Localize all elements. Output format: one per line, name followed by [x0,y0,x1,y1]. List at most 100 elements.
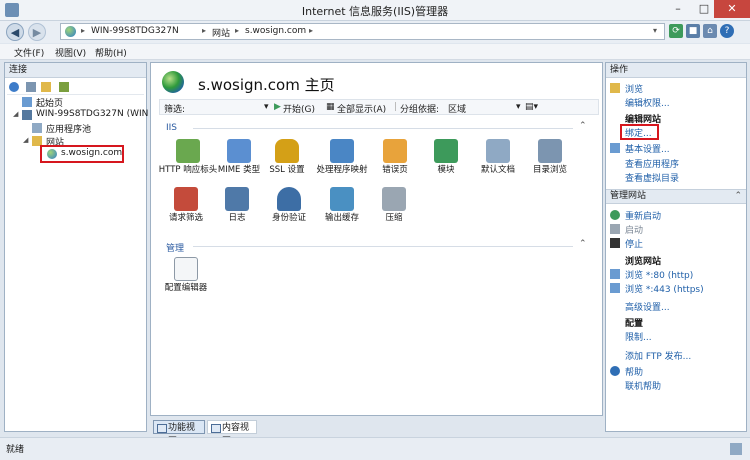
start-icon [610,224,620,234]
app-pools-icon [32,123,42,133]
start-page-icon [22,97,32,107]
group-by-select[interactable]: 区域 [448,102,466,115]
ssl-lock-icon [275,139,299,163]
action-start[interactable]: 启动 [625,223,643,236]
section-header-iis: IIS [166,123,178,133]
explore-icon [610,83,620,93]
request-filtering-icon [174,187,198,211]
menu-file[interactable]: 文件(F) [14,46,44,59]
action-browse-https[interactable]: 浏览 *:443 (https) [625,282,704,295]
save-icon[interactable] [26,82,36,92]
address-bar[interactable]: ▸ WIN-99S8TDG327N ▸ 网站 ▸ s.wosign.com ▸ … [60,23,665,40]
dropdown-arrow-icon[interactable]: ▾ [653,26,657,35]
section-divider [193,246,573,247]
stop-icon[interactable]: ■ [686,24,700,38]
globe-icon [65,26,76,37]
compression-icon [382,187,406,211]
action-view-virtual-dirs[interactable]: 查看虚拟目录 [625,171,679,184]
forward-button[interactable]: ▶ [28,23,46,41]
action-stop[interactable]: 停止 [625,237,643,250]
network-icon [730,443,742,455]
status-bar: 就绪 [0,437,750,460]
filter-dropdown-icon[interactable]: ▾ [264,102,269,112]
go-icon: ▶ [274,102,281,112]
server-connect-icon[interactable] [59,82,69,92]
filter-input[interactable] [190,101,270,113]
action-view-applications[interactable]: 查看应用程序 [625,157,679,170]
action-restart[interactable]: 重新启动 [625,209,661,222]
feature-view-panel: s.wosign.com 主页 筛选: ▾ ▶ 开始(G) ▦ 全部显示(A) … [150,62,603,416]
tab-features-view[interactable]: 功能视图 [153,420,205,447]
separator: | [394,102,398,112]
help-icon [610,366,620,376]
configuration-editor-icon [174,257,198,281]
action-edit-permissions[interactable]: 编辑权限... [625,96,670,109]
close-button[interactable]: ✕ [714,0,750,18]
tree-item-app-pools[interactable]: 应用程序池 [46,122,91,135]
menu-help[interactable]: 帮助(H) [95,46,127,59]
refresh-icon[interactable]: ⟳ [669,24,683,38]
config-title: 配置 [625,319,644,329]
connect-icon[interactable] [9,82,19,92]
directory-browsing-icon [538,139,562,163]
group-by-dropdown-icon[interactable]: ▾ [516,102,521,112]
up-folder-icon[interactable] [41,82,51,92]
authentication-icon [277,187,301,211]
feature-configuration-editor[interactable]: 配置编辑器 [155,257,217,293]
status-text: 就绪 [6,445,25,455]
action-help[interactable]: 帮助 [625,365,643,378]
action-browse-http[interactable]: 浏览 *:80 (http) [625,268,693,281]
view-mode-icon[interactable]: ▤▾ [525,102,538,112]
collapse-arrow-icon[interactable]: ◢ [23,136,28,144]
collapse-section-icon[interactable]: ⌃ [579,239,587,249]
action-add-ftp[interactable]: 添加 FTP 发布... [625,349,691,362]
breadcrumb-server[interactable]: WIN-99S8TDG327N [91,26,179,36]
title-bar: Internet 信息服务(IIS)管理器 – □ ✕ [0,0,750,21]
actions-header: 操作 [606,63,746,78]
action-bindings[interactable]: 绑定... [625,126,652,139]
default-document-icon [486,139,510,163]
mime-types-icon [227,139,251,163]
breadcrumb-sites[interactable]: 网站 [212,26,230,39]
action-limits[interactable]: 限制... [625,330,652,343]
feature-directory-browsing[interactable]: 目录浏览 [519,139,581,175]
connections-toolbar [7,79,144,95]
manage-site-group[interactable]: 管理网站 ⌃ [606,189,746,204]
help-icon[interactable]: ? [720,24,734,38]
back-button[interactable]: ◀ [6,23,24,41]
minimize-button[interactable]: – [665,0,691,18]
error-pages-icon [383,139,407,163]
feature-compression[interactable]: 压缩 [363,187,425,223]
menu-view[interactable]: 视图(V) [55,46,86,59]
tree-item-server[interactable]: WIN-99S8TDG327N (WIN [36,109,148,119]
go-button[interactable]: 开始(G) [283,102,315,115]
collapse-section-icon[interactable]: ⌃ [579,121,587,131]
tree-item-start-page[interactable]: 起始页 [36,96,63,109]
chevron-right-icon: ▸ [235,26,240,35]
group-by-label: 分组依据: [400,105,440,115]
home-icon[interactable]: ⌂ [703,24,717,38]
show-all-button[interactable]: 全部显示(A) [337,102,386,115]
action-basic-settings[interactable]: 基本设置... [625,142,670,155]
section-header-management: 管理 [166,244,185,254]
chevron-right-icon: ▸ [309,26,314,35]
action-online-help[interactable]: 联机帮助 [625,379,661,392]
breadcrumb-site[interactable]: s.wosign.com [245,26,306,36]
menu-bar: 文件(F) 视图(V) 帮助(H) [0,44,750,60]
feature-ssl-settings[interactable]: SSL 设置 [256,139,318,175]
chevron-right-icon: ▸ [202,26,207,35]
collapse-arrow-icon[interactable]: ◢ [13,110,18,118]
http-response-headers-icon [176,139,200,163]
browse-icon [610,269,620,279]
website-globe-icon [162,71,184,93]
action-explore[interactable]: 浏览 [625,82,643,95]
tree-item-site[interactable]: s.wosign.com [61,148,122,158]
tab-content-view[interactable]: 内容视图 [207,420,257,447]
chevron-right-icon: ▸ [81,26,86,35]
filter-label: 筛选: [164,105,186,115]
filter-toolbar: 筛选: ▾ ▶ 开始(G) ▦ 全部显示(A) | 分组依据: 区域 ▾ ▤▾ [159,99,599,115]
collapse-icon[interactable]: ⌃ [734,190,742,203]
browse-site-title: 浏览网站 [625,257,662,267]
action-advanced-settings[interactable]: 高级设置... [625,300,670,313]
modules-icon [434,139,458,163]
